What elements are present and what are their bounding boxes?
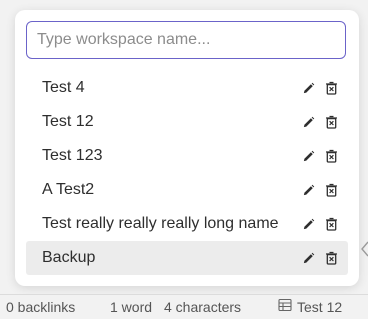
workspace-item-label: A Test2 [42,181,95,198]
workspace-item-label: Test really really really long name [42,215,279,232]
workspace-switcher-button[interactable]: Test 12 [278,298,342,315]
workspace-item[interactable]: Test 123 [26,139,348,173]
pencil-icon[interactable] [301,149,315,163]
pencil-icon[interactable] [301,81,315,95]
table-icon [278,298,292,315]
workspace-item-label: Test 123 [42,147,103,164]
backlinks-count[interactable]: 0 backlinks [6,299,75,315]
workspace-item[interactable]: Test 4 [26,71,348,105]
trash-icon[interactable] [324,115,338,129]
workspace-item-label: Test 12 [42,113,94,130]
trash-icon[interactable] [324,149,338,163]
workspace-item-label: Test 4 [42,79,85,96]
workspace-item-selected[interactable]: Backup [26,241,348,275]
workspace-item[interactable]: A Test2 [26,173,348,207]
trash-icon[interactable] [324,81,338,95]
pencil-icon[interactable] [301,217,315,231]
trash-icon[interactable] [324,183,338,197]
pencil-icon[interactable] [301,183,315,197]
character-count: 4 characters [164,299,242,315]
workspace-item[interactable]: Test really really really long name [26,207,348,241]
chevron-left-icon[interactable] [360,240,368,258]
workspace-list: Test 4 Test 12 Test 123 A Test2 Test rea… [26,71,348,275]
word-count: 1 word [110,299,153,315]
workspace-item-label: Backup [42,249,96,266]
pencil-icon[interactable] [301,115,315,129]
workspace-item[interactable]: Test 12 [26,105,348,139]
trash-icon[interactable] [324,251,338,265]
current-workspace-label: Test 12 [297,298,343,315]
trash-icon[interactable] [324,217,338,231]
pencil-icon[interactable] [301,251,315,265]
status-bar: 0 backlinks 1 word 4 characters Test 12 [0,294,368,319]
workspace-search-input[interactable] [26,21,346,59]
workspace-switcher-popover: Test 4 Test 12 Test 12 [15,10,359,286]
